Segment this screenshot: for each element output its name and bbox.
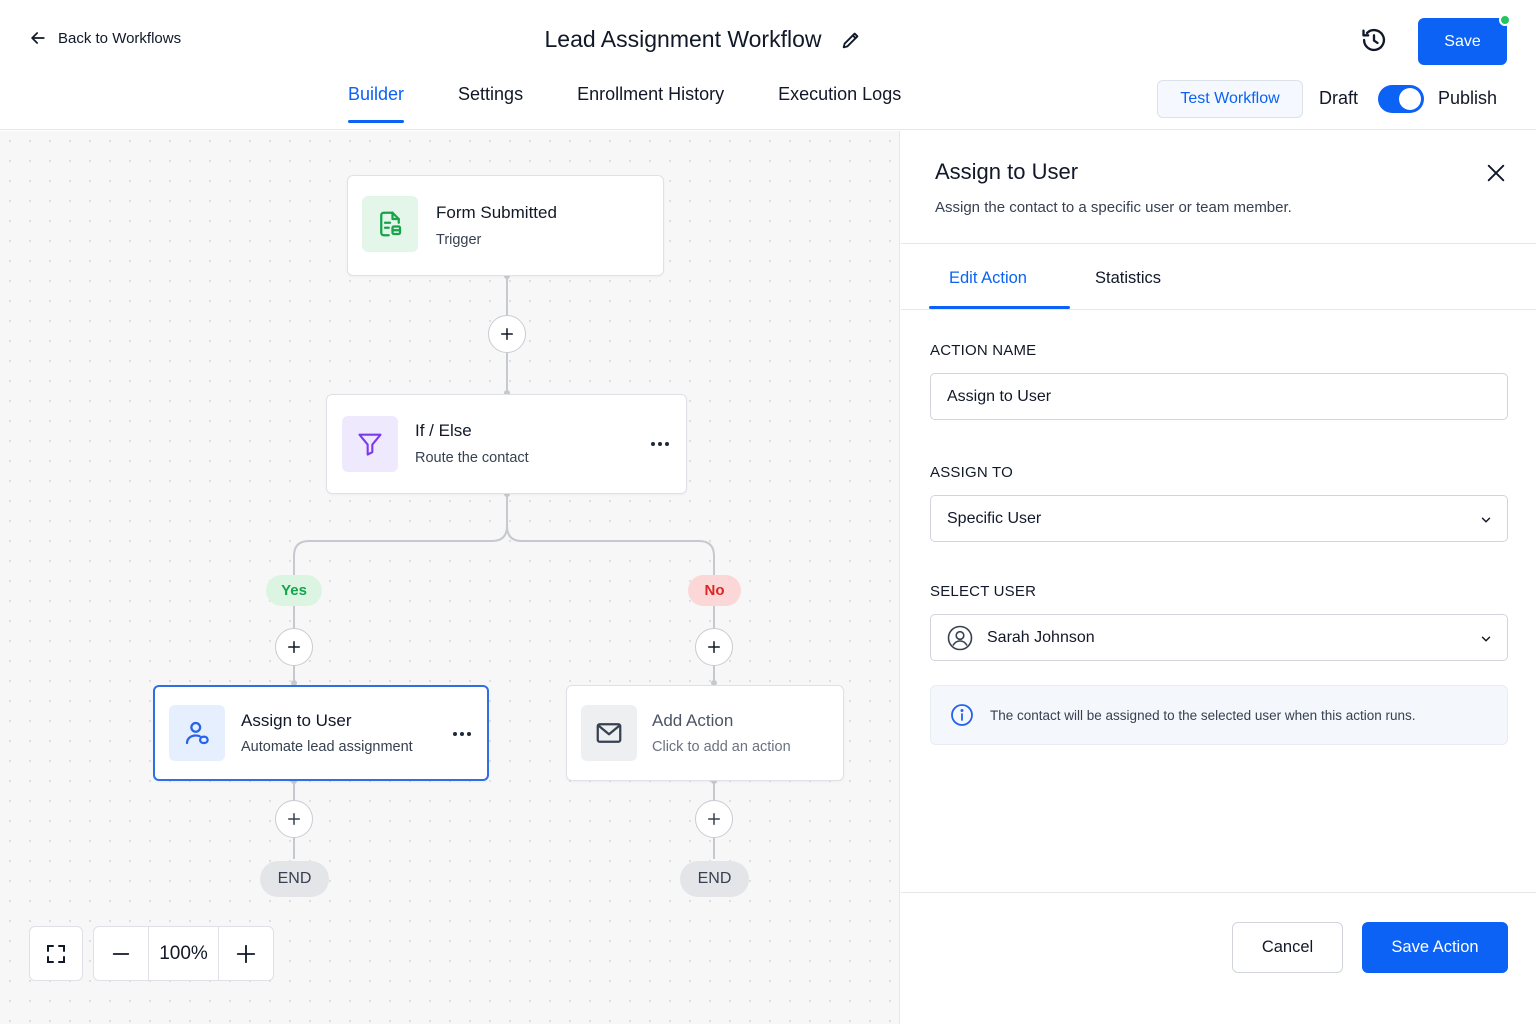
user-avatar-icon — [947, 625, 973, 650]
add-step-button[interactable] — [488, 315, 526, 353]
top-header: Back to Workflows Lead Assignment Workfl… — [0, 0, 1536, 130]
add-step-button[interactable] — [695, 628, 733, 666]
form-document-icon — [362, 196, 418, 252]
plus-icon — [708, 641, 720, 653]
select-user-label: SELECT USER — [930, 583, 1037, 600]
select-user-select[interactable]: Sarah Johnson — [930, 614, 1508, 661]
assign-user-node[interactable]: Assign to User Automate lead assignment — [153, 685, 489, 781]
assign-node-subtitle: Automate lead assignment — [241, 739, 413, 755]
assign-to-value: Specific User — [947, 509, 1042, 527]
plus-icon — [236, 944, 256, 963]
history-icon[interactable] — [1360, 26, 1388, 54]
zoom-control: 100% — [93, 926, 274, 981]
panel-description: Assign the contact to a specific user or… — [935, 199, 1292, 216]
assign-node-title: Assign to User — [241, 711, 352, 730]
tab-settings[interactable]: Settings — [458, 84, 523, 123]
divider — [901, 243, 1536, 244]
assign-to-label: ASSIGN TO — [930, 464, 1013, 481]
add-action-title: Add Action — [652, 711, 734, 730]
branch-no-label: No — [688, 575, 741, 606]
plus-icon — [288, 813, 300, 825]
panel-title: Assign to User — [935, 159, 1079, 184]
publish-toggle[interactable] — [1378, 85, 1424, 113]
close-icon[interactable] — [1485, 162, 1507, 184]
filter-icon — [342, 416, 398, 472]
status-dot — [1499, 14, 1511, 26]
pencil-icon[interactable] — [840, 29, 862, 51]
add-action-subtitle: Click to add an action — [652, 739, 791, 755]
action-name-field[interactable] — [930, 373, 1508, 420]
zoom-level: 100% — [148, 927, 219, 980]
title-area: Lead Assignment Workflow — [0, 26, 1536, 53]
add-step-button[interactable] — [275, 628, 313, 666]
tab-statistics[interactable]: Statistics — [1095, 269, 1161, 288]
plus-icon — [501, 328, 513, 340]
tab-enrollment-history[interactable]: Enrollment History — [577, 84, 724, 123]
minus-icon — [112, 952, 130, 955]
save-button[interactable]: Save — [1418, 18, 1507, 65]
mail-icon — [581, 705, 637, 761]
fit-to-screen-button[interactable] — [29, 926, 83, 981]
action-name-label: ACTION NAME — [930, 342, 1037, 359]
chevron-down-icon — [1481, 636, 1491, 642]
tab-execution-logs[interactable]: Execution Logs — [778, 84, 901, 123]
condition-node[interactable]: If / Else Route the contact — [326, 394, 687, 494]
tab-edit-action[interactable]: Edit Action — [949, 269, 1027, 288]
add-step-button[interactable] — [275, 800, 313, 838]
assign-to-select[interactable]: Specific User — [930, 495, 1508, 542]
publish-label: Publish — [1438, 88, 1498, 108]
more-options-icon[interactable] — [449, 727, 475, 741]
end-pill: END — [260, 861, 329, 897]
back-link-label: Back to Workflows — [58, 29, 182, 47]
user-icon — [169, 705, 225, 761]
end-pill: END — [680, 861, 749, 897]
action-name-input[interactable] — [947, 387, 1491, 406]
select-user-value: Sarah Johnson — [987, 628, 1095, 646]
more-options-icon[interactable] — [647, 437, 673, 451]
toggle-knob — [1399, 88, 1421, 110]
condition-subtitle: Route the contact — [415, 450, 529, 466]
main-tabs: Builder Settings Enrollment History Exec… — [348, 84, 955, 123]
zoom-out-button[interactable] — [94, 927, 148, 980]
info-text: The contact will be assigned to the sele… — [990, 707, 1416, 723]
back-to-workflows-link[interactable]: Back to Workflows — [28, 28, 181, 48]
cancel-button[interactable]: Cancel — [1232, 922, 1343, 973]
draft-label: Draft — [1319, 88, 1359, 108]
plus-icon — [288, 641, 300, 653]
branch-yes-label: Yes — [266, 575, 322, 606]
trigger-node[interactable]: Form Submitted Trigger — [347, 175, 664, 276]
condition-title: If / Else — [415, 421, 472, 440]
save-action-button[interactable]: Save Action — [1362, 922, 1508, 973]
divider — [901, 892, 1536, 893]
workflow-canvas[interactable]: Form Submitted Trigger If / Else Route t… — [0, 131, 900, 1024]
add-action-node[interactable]: Add Action Click to add an action — [566, 685, 844, 781]
test-workflow-button[interactable]: Test Workflow — [1157, 80, 1303, 118]
plus-icon — [708, 813, 720, 825]
workflow-title: Lead Assignment Workflow — [544, 26, 822, 52]
action-settings-panel: Assign to User Assign the contact to a s… — [901, 131, 1536, 1024]
info-icon — [951, 704, 973, 726]
trigger-title: Form Submitted — [436, 203, 557, 222]
chevron-down-icon — [1481, 517, 1491, 523]
arrow-left-icon — [31, 32, 45, 44]
tab-builder[interactable]: Builder — [348, 84, 405, 123]
trigger-subtitle: Trigger — [436, 232, 482, 248]
zoom-in-button[interactable] — [219, 927, 273, 980]
divider — [901, 309, 1536, 310]
add-step-button[interactable] — [695, 800, 733, 838]
expand-icon — [47, 944, 65, 963]
info-callout: The contact will be assigned to the sele… — [930, 685, 1508, 745]
